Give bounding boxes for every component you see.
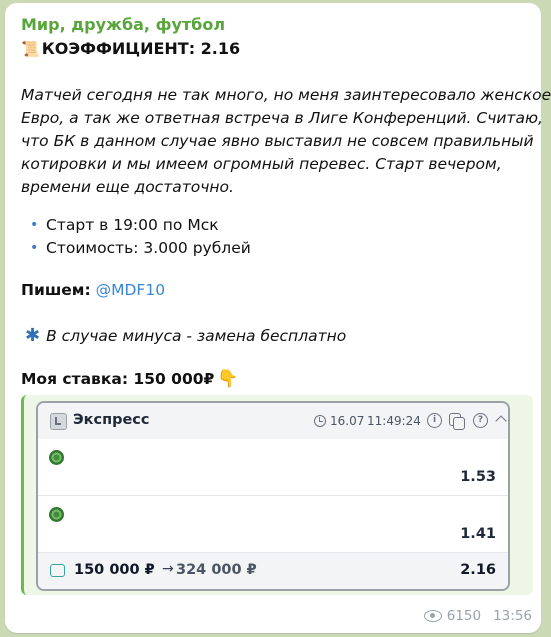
contact-label: Пишем: — [21, 281, 91, 299]
contact-handle-link[interactable]: @MDF10 — [96, 281, 165, 299]
coupon-potential-win: 324 000 ₽ — [176, 562, 257, 578]
wallet-icon — [50, 564, 65, 577]
info-list: • Старт в 19:00 по Мск • Стоимость: 3.00… — [30, 214, 251, 260]
guarantee-line: ✱ В случае минуса - замена бесплатно — [25, 325, 346, 346]
coupon-stake: 150 000 ₽ — [74, 562, 155, 578]
coefficient-text: КОЭФФИЦИЕНТ: 2.16 — [41, 39, 241, 58]
coefficient-line: 📜 КОЭФФИЦИЕНТ: 2.16 — [21, 39, 240, 58]
list-item-text: Стоимость: 3.000 рублей — [46, 239, 251, 257]
paragraph-line: Матчей сегодня не так много, но меня заи… — [21, 86, 551, 104]
coupon-title: Экспресс — [73, 412, 150, 428]
scroll-icon: 📜 — [21, 39, 40, 58]
coupon-footer: 150 000 ₽ → 324 000 ₽ 2.16 — [38, 553, 508, 589]
bullet-dot-icon: • — [30, 217, 39, 233]
bet-coupon-card: Экспресс 16.07 11:49:24 i ? 1.53 1.41 15… — [36, 401, 510, 591]
bullet-dot-icon: • — [30, 240, 39, 256]
arrow-right-icon: → — [162, 561, 174, 577]
stake-text: Моя ставка: 150 000₽ — [21, 370, 215, 388]
coupon-header: Экспресс 16.07 11:49:24 i ? — [38, 403, 508, 439]
message-time: 13:56 — [493, 608, 532, 624]
coupon-event-row: 1.53 — [38, 439, 508, 496]
event-coefficient: 1.53 — [460, 469, 496, 485]
description-paragraph: Матчей сегодня не так много, но меня заи… — [21, 84, 551, 199]
guarantee-text: В случае минуса - замена бесплатно — [46, 326, 347, 345]
soccer-ball-icon — [49, 507, 64, 522]
view-count: 6150 — [446, 608, 482, 624]
coupon-date: 16.07 — [330, 414, 365, 428]
paragraph-line: что БК в данном случае явно выставил не … — [21, 132, 534, 150]
stake-line: Моя ставка: 150 000₽ 👇 — [21, 369, 239, 389]
info-icon: i — [427, 413, 442, 428]
coupon-event-row: 1.41 — [38, 496, 508, 553]
calendar-check-icon — [50, 413, 67, 430]
channel-name[interactable]: Мир, дружба, футбол — [21, 15, 225, 34]
paragraph-line: котировки и мы имеем огромный перевес. С… — [21, 155, 502, 173]
help-icon: ? — [473, 413, 488, 428]
message-meta: 6150 13:56 — [423, 608, 532, 624]
eye-icon — [423, 610, 442, 622]
asterisk-icon: ✱ — [25, 325, 41, 346]
coupon-time: 11:49:24 — [367, 414, 421, 428]
event-coefficient: 1.41 — [460, 526, 496, 542]
copy-icon — [449, 413, 465, 430]
clock-icon — [314, 415, 326, 427]
paragraph-line: времени еще достаточно. — [21, 178, 234, 196]
chevron-up-icon — [495, 415, 507, 427]
coupon-preview[interactable]: Экспресс 16.07 11:49:24 i ? 1.53 1.41 15… — [21, 395, 533, 595]
list-item-text: Старт в 19:00 по Мск — [46, 216, 219, 234]
list-item: • Старт в 19:00 по Мск — [30, 214, 251, 237]
coupon-total-coefficient: 2.16 — [460, 562, 496, 578]
contact-line: Пишем: @MDF10 — [21, 281, 165, 299]
list-item: • Стоимость: 3.000 рублей — [30, 237, 251, 260]
soccer-ball-icon — [49, 450, 64, 465]
pointing-down-icon: 👇 — [217, 369, 239, 389]
paragraph-line: Евро, а так же ответная встреча в Лиге К… — [21, 109, 543, 127]
